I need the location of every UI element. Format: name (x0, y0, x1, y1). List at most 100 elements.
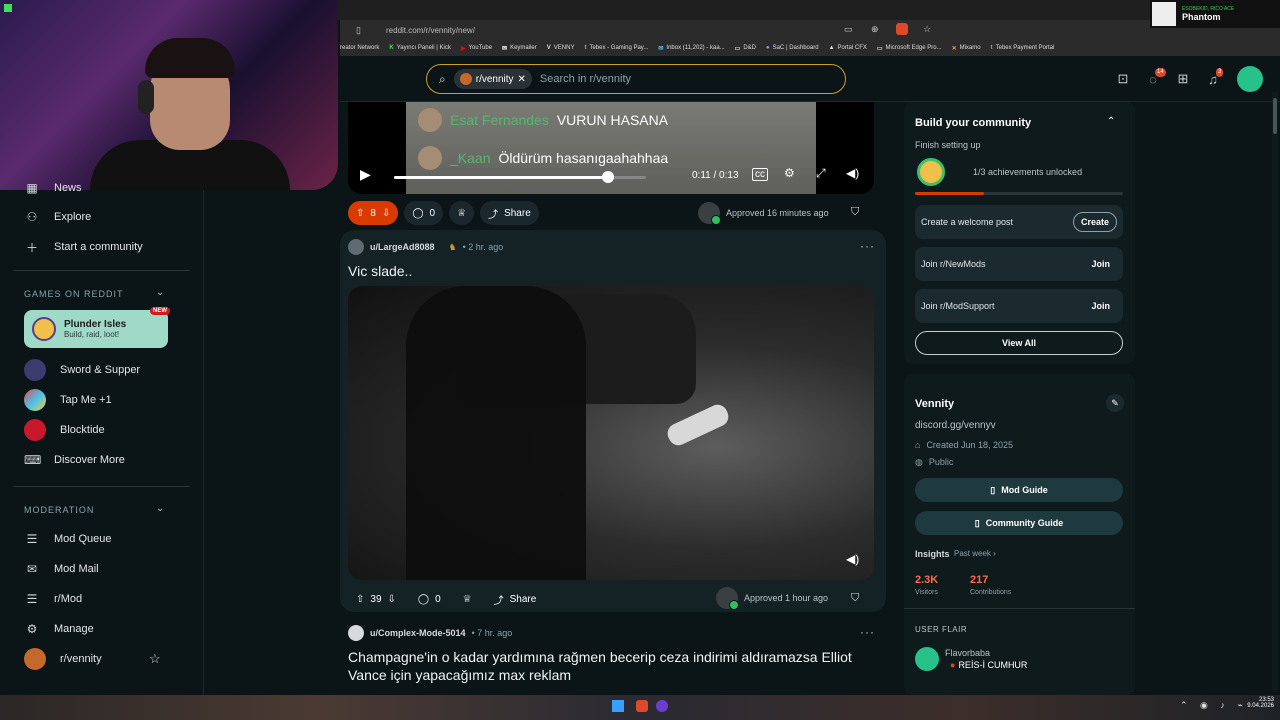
address-bar-icons[interactable]: ▭ ⊕ ↺ ☆ (844, 24, 939, 35)
view-all-button[interactable]: View All (915, 331, 1123, 355)
page-scrollbar[interactable] (1272, 92, 1278, 692)
chat-avatar (418, 146, 442, 170)
sidebar-game-sword-supper[interactable]: Sword & Supper (24, 359, 140, 381)
vote-control[interactable]: ⇧ 39 ⇩ (348, 587, 404, 611)
post-title[interactable]: Vic slade.. (348, 263, 412, 279)
mod-shield-icon[interactable]: ⛉ (851, 206, 859, 219)
sidebar-game-tap-me[interactable]: Tap Me +1 (24, 389, 112, 411)
sidebar-item-start-community[interactable]: ＋ Start a community (24, 237, 143, 257)
community-name: Vennity (915, 398, 955, 410)
scrollbar-thumb[interactable] (1273, 98, 1277, 134)
bookmark[interactable]: V VENNY (547, 45, 575, 51)
close-icon[interactable]: ✕ (518, 74, 526, 85)
post1-actions: ⇧ 8 ⇩ ◯ 0 ♕ ⤴ Share (348, 201, 539, 225)
game-card-plunder-isles[interactable]: Plunder Isles Build, raid, loot! (24, 310, 168, 348)
mod-shield-icon[interactable]: ⛉ (851, 592, 859, 605)
bookmark[interactable]: ● SaC | Dashboard (766, 45, 819, 51)
post-title-line[interactable]: Vance için yapacağımız max reklam (348, 667, 571, 683)
bookmark[interactable]: ▭ Microsoft Edge Pro... (877, 45, 942, 52)
author-name[interactable]: u/Complex-Mode-5014 (370, 628, 466, 638)
tray-icons[interactable]: ⌃ ◉ ♪ ⌁ (1180, 700, 1248, 711)
clock-date: 9.04.2026 (1247, 703, 1274, 709)
bookmark[interactable]: ✉ Keymailer (502, 45, 537, 52)
bookmark[interactable]: ▲ Portal CFX (829, 45, 867, 51)
star-icon[interactable]: ☆ (149, 651, 161, 667)
game-title: Plunder Isles (64, 319, 127, 330)
create-button[interactable]: Create (1072, 212, 1117, 232)
moderation-section-header[interactable]: MODERATION ⌄ (24, 503, 164, 515)
brave-taskbar-icon[interactable] (636, 700, 648, 712)
vote-control[interactable]: ⇧ 8 ⇩ (348, 201, 399, 225)
comment-count: 0 (429, 207, 436, 219)
settings-gear-icon[interactable]: ⚙ (784, 166, 795, 180)
app-taskbar-icon[interactable] (656, 700, 668, 712)
post2-image[interactable]: ◀) (348, 286, 874, 580)
bookmark[interactable]: t Tebex Payment Portal (991, 45, 1055, 51)
comment-icon: ◯ (417, 593, 430, 605)
more-options-icon[interactable]: ··· (860, 239, 875, 253)
author-avatar[interactable] (348, 625, 364, 641)
sidebar-item-mod-mail[interactable]: ✉ Mod Mail (24, 559, 99, 579)
sidebar-item-mod-queue[interactable]: ☰ Mod Queue (24, 529, 112, 549)
more-options-icon[interactable]: ··· (860, 625, 875, 639)
volume-icon[interactable]: ◀) (846, 552, 859, 566)
video-progress-bar[interactable] (394, 171, 646, 183)
sidebar-divider (14, 270, 190, 271)
bookmark[interactable]: ✉ Inbox (11,202) - kaa... (658, 45, 724, 52)
downvote-icon[interactable]: ⇩ (388, 594, 396, 605)
join-button[interactable]: Join (1084, 297, 1117, 315)
create-post-icon[interactable]: ⊞ (1172, 68, 1194, 90)
comments-button[interactable]: ◯ 0 (410, 587, 449, 611)
cfx-icon: ▲ (828, 45, 835, 51)
author-name[interactable]: u/LargeAd8088 (370, 242, 435, 252)
comments-button[interactable]: ◯ 0 (404, 201, 444, 225)
edit-pencil-icon[interactable]: ✎ (1106, 394, 1124, 412)
post1-video[interactable]: Esat Fernandes VURUN HASANA _Kaan Öldürüm … (348, 102, 874, 194)
streamer-webcam (0, 0, 338, 190)
past-week-link[interactable]: Past week › (954, 549, 996, 558)
fullscreen-icon[interactable]: ⤢ (816, 166, 826, 181)
subreddit-chip[interactable]: r/vennity ✕ (453, 69, 532, 89)
upvote-icon[interactable]: ⇧ (356, 594, 364, 605)
upvote-icon[interactable]: ⇧ (356, 208, 364, 219)
brave-shield-icon[interactable] (896, 23, 908, 35)
bookmark[interactable]: reator Network (340, 45, 379, 51)
bookmark[interactable]: t Tebex - Gaming Pay... (584, 45, 648, 51)
windows-start-icon[interactable] (612, 700, 624, 712)
sidebar-label: Discover More (54, 454, 125, 466)
play-icon[interactable]: ▶ (360, 166, 371, 183)
bookmark[interactable]: ✕ Mixamo (952, 45, 981, 52)
sidebar-game-blocktide[interactable]: Blocktide (24, 419, 105, 441)
clock[interactable]: 23:53 9.04.2026 (1244, 697, 1274, 709)
bookmark[interactable]: ▶ YouTube (461, 45, 492, 52)
award-button[interactable]: ♕ (455, 587, 480, 611)
user-avatar[interactable] (1237, 66, 1263, 92)
award-button[interactable]: ♕ (449, 201, 475, 225)
volume-icon[interactable]: ◀) (846, 166, 859, 180)
advertise-icon[interactable]: ⊡ (1112, 68, 1134, 90)
chevron-up-icon[interactable]: ⌃ (1107, 116, 1115, 127)
bookmark-page-icon[interactable]: ▯ (356, 25, 361, 36)
chevron-down-icon[interactable]: ⌄ (156, 503, 165, 514)
sidebar-discover-more[interactable]: ⌨ Discover More (24, 450, 125, 470)
join-button[interactable]: Join (1084, 255, 1117, 273)
share-button[interactable]: ⤴ Share (486, 587, 545, 611)
sidebar-item-manage[interactable]: ⚙ Manage (24, 619, 94, 639)
bookmark[interactable]: ▭ D&D (735, 45, 756, 52)
downvote-icon[interactable]: ⇩ (382, 208, 390, 219)
games-section-header[interactable]: GAMES ON REDDIT ⌄ (24, 287, 164, 299)
bookmark[interactable]: K Yayıncı Paneli | Kick (389, 45, 450, 51)
community-guide-button[interactable]: ▯ Community Guide (915, 511, 1123, 535)
search-bar[interactable]: ⌕ r/vennity ✕ Search in r/vennity (426, 64, 846, 94)
mod-guide-button[interactable]: ▯ Mod Guide (915, 478, 1123, 502)
author-avatar[interactable] (348, 239, 364, 255)
sidebar-item-explore[interactable]: ⚇ Explore (24, 207, 92, 227)
chevron-down-icon[interactable]: ⌄ (156, 287, 165, 298)
captions-icon[interactable]: cc (752, 168, 768, 181)
sidebar-item-news[interactable]: ▦ News (24, 178, 81, 198)
address-bar[interactable]: reddit.com/r/vennity/new/ (372, 23, 872, 38)
sidebar-item-r-mod[interactable]: ☰ r/Mod (24, 589, 83, 609)
sidebar-item-r-vennity[interactable]: r/vennity (24, 648, 102, 670)
share-button[interactable]: ⤴ Share (480, 201, 539, 225)
post-title-line[interactable]: Champagne'in o kadar yardımına rağmen be… (348, 649, 852, 665)
